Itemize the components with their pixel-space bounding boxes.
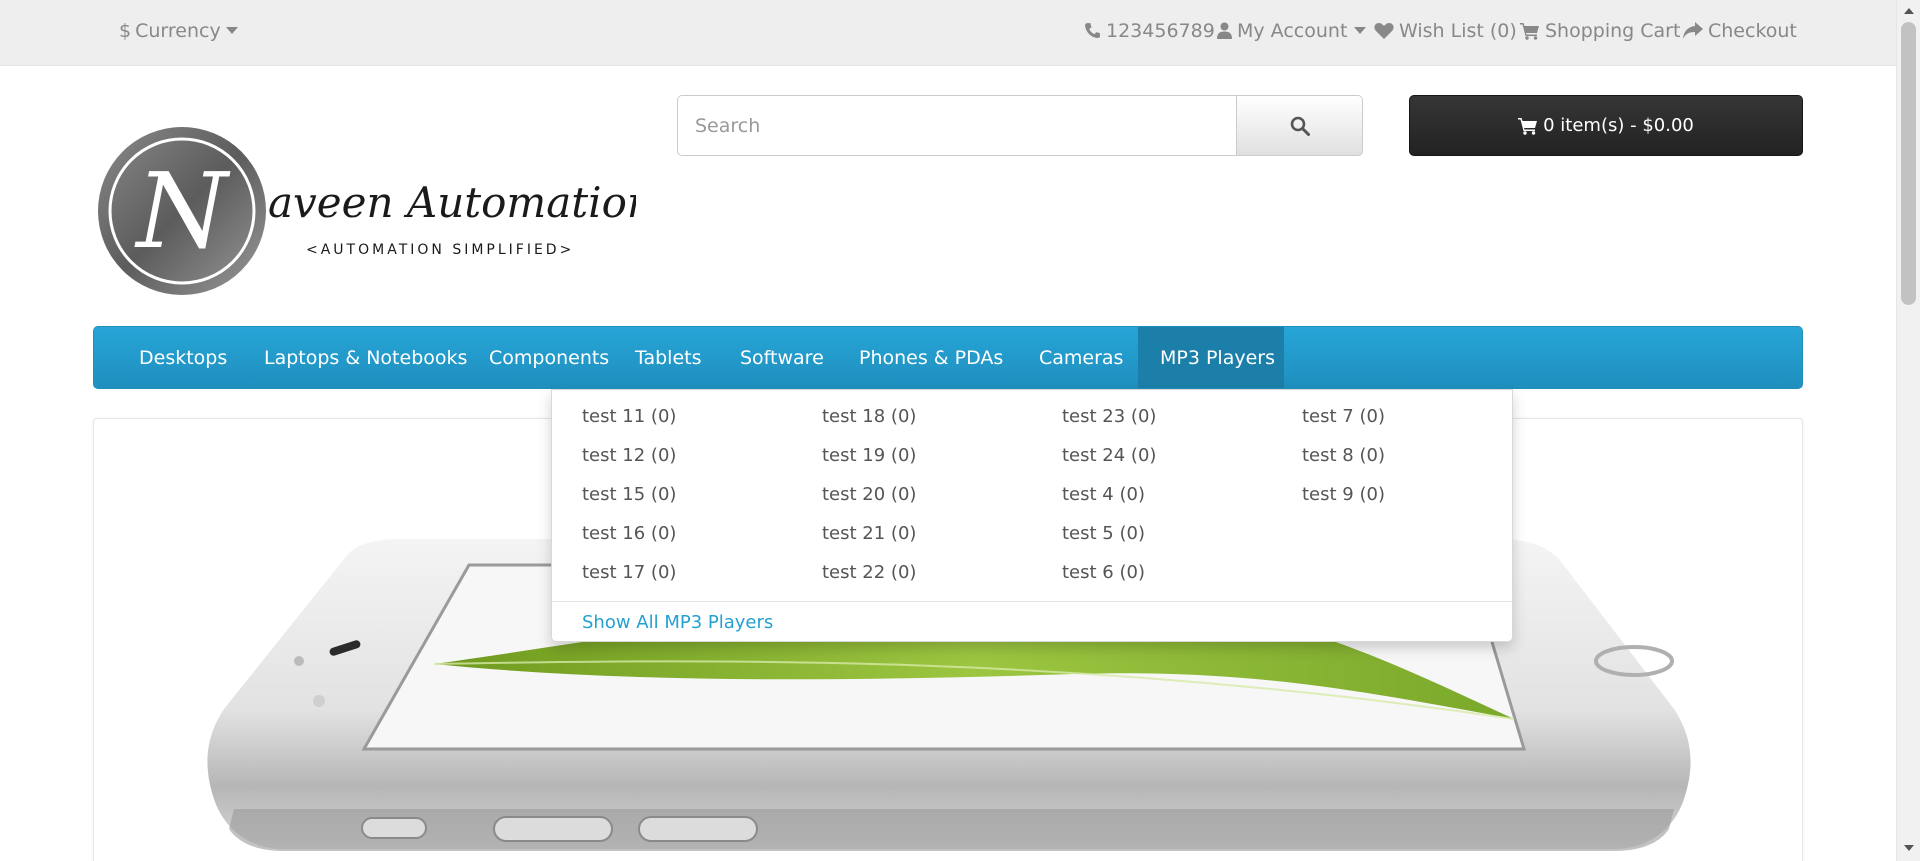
dropdown-item[interactable]: test 12 (0) bbox=[582, 445, 676, 466]
user-icon bbox=[1217, 22, 1232, 39]
search-icon bbox=[1290, 116, 1310, 136]
dropdown-item[interactable]: test 21 (0) bbox=[822, 523, 916, 544]
dropdown-item[interactable]: test 9 (0) bbox=[1302, 484, 1385, 505]
phone-number: 123456789 bbox=[1106, 19, 1215, 42]
share-icon bbox=[1683, 22, 1703, 39]
scrollbar-thumb[interactable] bbox=[1901, 22, 1916, 305]
logo-title: aveen Automation Labs bbox=[268, 178, 636, 227]
my-account-dropdown[interactable]: My Account bbox=[1217, 0, 1367, 61]
dollar-icon: $ bbox=[119, 19, 132, 42]
cart-icon bbox=[1520, 22, 1539, 40]
dropdown-item[interactable]: test 16 (0) bbox=[582, 523, 676, 544]
wish-list-link[interactable]: Wish List (0) bbox=[1374, 0, 1517, 61]
top-bar: $ Currency 123456789 My Account Wish Lis… bbox=[0, 0, 1896, 66]
cart-icon bbox=[1518, 117, 1538, 135]
nav-item-desktops[interactable]: Desktops bbox=[117, 327, 249, 388]
dropdown-divider bbox=[552, 601, 1512, 602]
nav-item-phones-pdas[interactable]: Phones & PDAs bbox=[837, 327, 1025, 388]
nav-item-laptops-notebooks[interactable]: Laptops & Notebooks bbox=[242, 327, 489, 388]
cart-button[interactable]: 0 item(s) - $0.00 bbox=[1409, 95, 1803, 156]
caret-down-icon bbox=[225, 26, 238, 34]
nav-item-tablets[interactable]: Tablets bbox=[613, 327, 723, 388]
checkout-label: Checkout bbox=[1708, 19, 1797, 42]
show-all-mp3-players-link[interactable]: Show All MP3 Players bbox=[582, 612, 773, 633]
dropdown-item[interactable]: test 5 (0) bbox=[1062, 523, 1145, 544]
site-logo[interactable]: N aveen Automation Labs <AUTOMATION SIMP… bbox=[96, 125, 769, 297]
dropdown-item[interactable]: test 4 (0) bbox=[1062, 484, 1145, 505]
logo-initial: N bbox=[134, 150, 231, 272]
heart-icon bbox=[1374, 22, 1394, 39]
dropdown-item[interactable]: test 8 (0) bbox=[1302, 445, 1385, 466]
dropdown-item[interactable]: test 22 (0) bbox=[822, 562, 916, 583]
dropdown-item[interactable]: test 23 (0) bbox=[1062, 406, 1156, 427]
cart-total: 0 item(s) - $0.00 bbox=[1543, 115, 1694, 136]
mp3-players-dropdown: test 11 (0) test 12 (0) test 15 (0) test… bbox=[551, 389, 1513, 642]
shopping-cart-label: Shopping Cart bbox=[1545, 19, 1681, 42]
dropdown-item[interactable]: test 11 (0) bbox=[582, 406, 676, 427]
logo-tagline: <AUTOMATION SIMPLIFIED> bbox=[306, 242, 574, 258]
currency-label: Currency bbox=[135, 19, 221, 42]
phone-link[interactable]: 123456789 bbox=[1084, 0, 1215, 61]
scroll-down-arrow-icon[interactable] bbox=[1904, 845, 1914, 851]
wish-list-label: Wish List (0) bbox=[1399, 19, 1517, 42]
nav-item-components[interactable]: Components bbox=[467, 327, 631, 388]
checkout-link[interactable]: Checkout bbox=[1683, 0, 1797, 61]
dropdown-item[interactable]: test 7 (0) bbox=[1302, 406, 1385, 427]
phone-icon bbox=[1085, 23, 1100, 38]
nav-item-cameras[interactable]: Cameras bbox=[1017, 327, 1145, 388]
shopping-cart-link[interactable]: Shopping Cart bbox=[1520, 0, 1680, 61]
nav-item-mp3-players[interactable]: MP3 Players bbox=[1138, 327, 1284, 388]
page-scrollbar[interactable] bbox=[1896, 0, 1920, 861]
scroll-up-arrow-icon[interactable] bbox=[1904, 8, 1914, 14]
dropdown-item[interactable]: test 17 (0) bbox=[582, 562, 676, 583]
dropdown-item[interactable]: test 19 (0) bbox=[822, 445, 916, 466]
caret-down-icon bbox=[1354, 26, 1367, 34]
my-account-label: My Account bbox=[1237, 19, 1348, 42]
search-button[interactable] bbox=[1236, 95, 1363, 156]
dropdown-item[interactable]: test 15 (0) bbox=[582, 484, 676, 505]
dropdown-item[interactable]: test 24 (0) bbox=[1062, 445, 1156, 466]
nav-item-software[interactable]: Software bbox=[718, 327, 846, 388]
dropdown-item[interactable]: test 18 (0) bbox=[822, 406, 916, 427]
search-input[interactable] bbox=[677, 95, 1237, 156]
main-menu: Desktops Laptops & Notebooks Components … bbox=[93, 326, 1803, 389]
dropdown-item[interactable]: test 6 (0) bbox=[1062, 562, 1145, 583]
currency-dropdown[interactable]: $ Currency bbox=[119, 0, 238, 61]
dropdown-item[interactable]: test 20 (0) bbox=[822, 484, 916, 505]
